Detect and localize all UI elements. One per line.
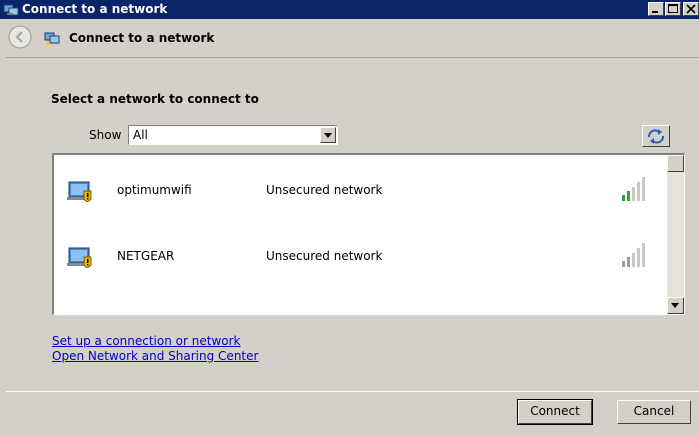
signal-strength-icon	[622, 177, 645, 201]
minimize-button[interactable]	[648, 2, 664, 16]
show-filter-value: All	[133, 128, 148, 142]
maximize-icon	[668, 4, 678, 13]
network-row-optimumwifi[interactable]: optimumwifi Unsecured network	[54, 173, 666, 213]
wireless-network-warning-icon	[67, 181, 92, 202]
network-name: NETGEAR	[117, 249, 175, 263]
connect-to-network-window: Connect to a network Connect to a networ…	[0, 0, 699, 435]
connect-button[interactable]: Connect	[517, 399, 593, 425]
network-icon	[3, 4, 19, 16]
network-sharing-center-link[interactable]: Open Network and Sharing Center	[52, 349, 258, 363]
minimize-icon	[652, 11, 658, 13]
dialog-footer: Connect Cancel	[0, 392, 699, 435]
network-list-scrollbar[interactable]	[667, 155, 684, 314]
title-bar[interactable]: Connect to a network	[0, 0, 699, 19]
back-arrow-icon[interactable]	[8, 25, 32, 49]
scroll-down-button[interactable]	[667, 297, 684, 314]
network-row-netgear[interactable]: NETGEAR Unsecured network	[54, 239, 666, 279]
close-button[interactable]	[683, 2, 699, 16]
refresh-button[interactable]	[642, 125, 670, 147]
window-title: Connect to a network	[22, 2, 168, 16]
close-icon	[686, 4, 696, 14]
network-security-status: Unsecured network	[266, 183, 383, 197]
section-heading: Select a network to connect to	[51, 92, 259, 106]
wireless-network-warning-icon	[67, 247, 92, 268]
navigation-bar: Connect to a network	[0, 19, 699, 55]
refresh-icon	[648, 129, 664, 144]
scroll-up-button[interactable]	[667, 155, 684, 172]
chevron-down-icon	[324, 133, 332, 138]
show-filter-dropdown[interactable]: All	[128, 125, 338, 145]
network-name: optimumwifi	[117, 183, 192, 197]
page-title: Connect to a network	[69, 31, 215, 45]
show-label: Show	[89, 128, 122, 142]
network-security-status: Unsecured network	[266, 249, 383, 263]
chevron-down-icon	[671, 303, 679, 308]
network-list: optimumwifi Unsecured network NETGEAR Un…	[52, 153, 685, 315]
cancel-button[interactable]: Cancel	[617, 400, 691, 424]
content-panel: Select a network to connect to Show All	[6, 57, 699, 392]
network-icon	[44, 32, 60, 45]
signal-strength-icon	[622, 243, 645, 267]
maximize-button[interactable]	[665, 2, 681, 16]
dropdown-arrow-button[interactable]	[320, 127, 336, 143]
setup-connection-link[interactable]: Set up a connection or network	[52, 334, 240, 348]
